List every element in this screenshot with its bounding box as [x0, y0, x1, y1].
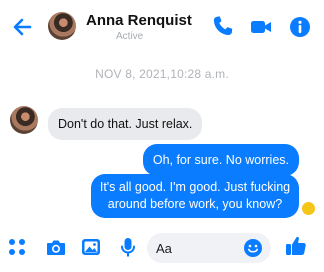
outgoing-message[interactable]: It's all good. I'm good. Just fucking ar…: [91, 174, 299, 218]
microphone-icon[interactable]: [117, 236, 139, 258]
apps-grid-icon[interactable]: [6, 236, 28, 258]
message-composer: Aa: [0, 225, 324, 272]
message-timestamp: NOV 8, 2021,10:28 a.m.: [95, 67, 229, 81]
phone-icon[interactable]: [210, 14, 236, 40]
back-arrow-icon[interactable]: [10, 14, 36, 40]
camera-icon[interactable]: [45, 236, 67, 258]
input-placeholder: Aa: [156, 241, 172, 256]
outgoing-message[interactable]: Oh, for sure. No worries.: [142, 144, 299, 176]
chat-header: Anna Renquist Active: [0, 0, 324, 56]
info-icon[interactable]: [287, 14, 313, 40]
seen-indicator: [302, 202, 315, 215]
active-status: Active: [116, 31, 144, 42]
message-input[interactable]: Aa: [147, 233, 271, 263]
sender-avatar: [10, 106, 38, 134]
thumbs-up-icon[interactable]: [284, 234, 308, 258]
contact-avatar[interactable]: [48, 12, 76, 40]
image-icon[interactable]: [80, 236, 102, 258]
contact-name[interactable]: Anna Renquist: [86, 12, 192, 29]
video-camera-icon[interactable]: [248, 14, 274, 40]
incoming-message[interactable]: Don't do that. Just relax.: [48, 108, 203, 140]
emoji-icon[interactable]: [243, 238, 263, 258]
